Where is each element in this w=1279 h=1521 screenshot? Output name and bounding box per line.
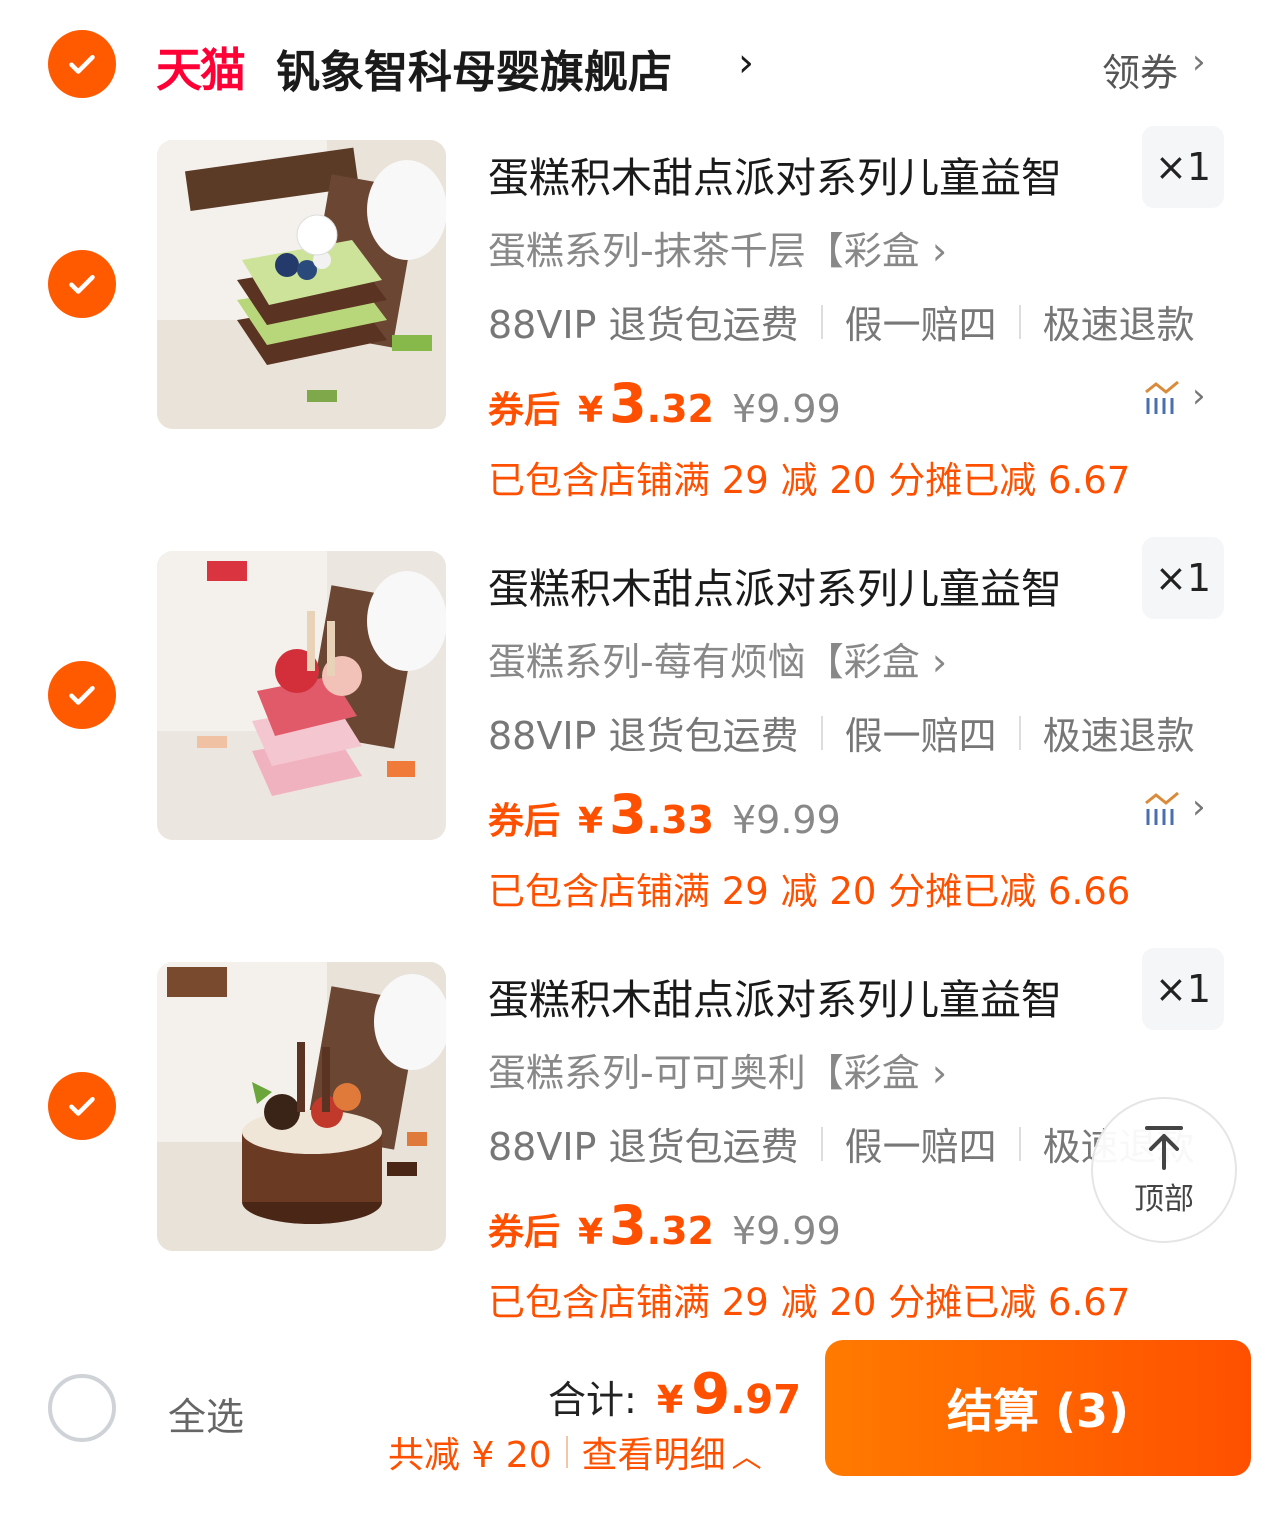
cart-item: 蛋糕积木甜点派对系列儿童益智 ×1 蛋糕系列-抹茶千层【彩盒 › 88VIP 退… <box>0 126 1279 550</box>
original-price: ¥9.99 <box>731 798 841 842</box>
sku-selector[interactable]: 蛋糕系列-可可奥利【彩盒 › <box>488 1042 947 1097</box>
currency-symbol: ¥ <box>656 1378 684 1422</box>
original-price: ¥9.99 <box>731 1209 841 1253</box>
price-label: 券后 <box>488 390 561 431</box>
service-tags: 88VIP 退货包运费 假一赔四 极速退款 <box>488 705 1195 760</box>
price-trend-icon[interactable] <box>1142 378 1182 416</box>
shop-name-link[interactable]: 钒象智科母婴旗舰店 <box>276 36 672 100</box>
check-icon <box>69 1097 95 1116</box>
chevron-right-icon: › <box>931 640 948 684</box>
product-thumbnail[interactable] <box>157 962 446 1251</box>
divider <box>820 715 823 750</box>
promo-text: 已包含店铺满 29 减 20 分摊已减 6.67 <box>488 459 1131 502</box>
price-row: 券后 ¥ 3 .32 ¥9.99 <box>488 1194 841 1257</box>
price-decimal: .32 <box>646 387 714 431</box>
item-select-checkbox[interactable] <box>48 250 116 318</box>
chevron-right-icon[interactable]: › <box>1192 42 1206 82</box>
chevron-right-icon: › <box>931 1051 948 1095</box>
chevron-right-icon[interactable]: › <box>738 40 754 86</box>
sku-selector[interactable]: 蛋糕系列-抹茶千层【彩盒 › <box>488 220 947 275</box>
service-tag: 极速退款 <box>1042 303 1195 347</box>
sku-label: 蛋糕系列-抹茶千层【彩盒 <box>488 229 920 273</box>
cart-item: 蛋糕积木甜点派对系列儿童益智 ×1 蛋糕系列-莓有烦恼【彩盒 › 88VIP 退… <box>0 537 1279 961</box>
price-label: 券后 <box>488 801 561 842</box>
total-integer: 9 <box>691 1362 731 1427</box>
chevron-right-icon[interactable]: › <box>1192 376 1206 416</box>
product-title[interactable]: 蛋糕积木甜点派对系列儿童益智 <box>488 966 1062 1026</box>
back-to-top-button[interactable]: 顶部 <box>1091 1097 1237 1243</box>
service-tag: 假一赔四 <box>844 714 997 758</box>
quantity-stepper[interactable]: ×1 <box>1142 126 1224 208</box>
price-integer: 3 <box>609 372 647 435</box>
currency-symbol: ¥ <box>578 801 604 842</box>
shop-header: 天猫 钒象智科母婴旗舰店 › 领券 › <box>0 24 1279 104</box>
price-row: 券后 ¥ 3 .33 ¥9.99 <box>488 783 841 846</box>
divider <box>820 304 823 339</box>
savings-row: 共减 ¥ 20 查看明细 ︿ <box>388 1426 762 1478</box>
currency-symbol: ¥ <box>578 390 604 431</box>
price-row: 券后 ¥ 3 .32 ¥9.99 <box>488 372 841 435</box>
service-tag: 假一赔四 <box>844 303 997 347</box>
view-details-label: 查看明细 <box>581 1435 726 1476</box>
price-decimal: .33 <box>646 798 714 842</box>
tmall-logo: 天猫 <box>156 43 246 97</box>
product-title[interactable]: 蛋糕积木甜点派对系列儿童益智 <box>488 555 1062 615</box>
chevron-up-icon: ︿ <box>731 1440 762 1475</box>
promo-text: 已包含店铺满 29 减 20 分摊已减 6.66 <box>488 870 1131 913</box>
divider <box>1018 715 1021 750</box>
savings-amount: 共减 ¥ 20 <box>388 1435 552 1476</box>
check-icon <box>69 686 95 705</box>
checkout-bar: 全选 合计: ¥ 9 .97 共减 ¥ 20 查看明细 ︿ 结算 (3) <box>0 1330 1279 1521</box>
total-label: 合计: <box>548 1378 637 1422</box>
shop-select-checkbox[interactable] <box>48 30 116 98</box>
currency-symbol: ¥ <box>578 1212 604 1253</box>
check-icon <box>69 275 95 294</box>
service-tags: 88VIP 退货包运费 假一赔四 极速退款 <box>488 1116 1195 1171</box>
back-to-top-label: 顶部 <box>1134 1182 1194 1217</box>
cart-item: 蛋糕积木甜点派对系列儿童益智 ×1 蛋糕系列-可可奥利【彩盒 › 88VIP 退… <box>0 948 1279 1372</box>
divider <box>565 1436 568 1468</box>
checkout-button[interactable]: 结算 (3) <box>825 1340 1251 1476</box>
price-trend-icon[interactable] <box>1142 789 1182 827</box>
item-select-checkbox[interactable] <box>48 1072 116 1140</box>
price-integer: 3 <box>609 783 647 846</box>
service-tags: 88VIP 退货包运费 假一赔四 极速退款 <box>488 294 1195 349</box>
price-decimal: .32 <box>646 1209 714 1253</box>
original-price: ¥9.99 <box>731 387 841 431</box>
service-tag: 极速退款 <box>1042 714 1195 758</box>
select-all-label[interactable]: 全选 <box>168 1386 244 1441</box>
price-integer: 3 <box>609 1194 647 1257</box>
check-icon <box>69 55 95 74</box>
select-all-checkbox[interactable] <box>48 1374 116 1442</box>
product-title[interactable]: 蛋糕积木甜点派对系列儿童益智 <box>488 144 1062 204</box>
divider <box>820 1126 823 1161</box>
coupon-button[interactable]: 领券 <box>1102 42 1178 97</box>
sku-label: 蛋糕系列-可可奥利【彩盒 <box>488 1051 920 1095</box>
chevron-right-icon[interactable]: › <box>1192 787 1206 827</box>
sku-selector[interactable]: 蛋糕系列-莓有烦恼【彩盒 › <box>488 631 947 686</box>
product-thumbnail[interactable] <box>157 140 446 429</box>
service-tag: 88VIP 退货包运费 <box>488 1125 799 1169</box>
price-label: 券后 <box>488 1212 561 1253</box>
divider <box>1018 1126 1021 1161</box>
arrow-up-icon <box>1145 1126 1183 1170</box>
sku-label: 蛋糕系列-莓有烦恼【彩盒 <box>488 640 920 684</box>
view-details-link[interactable]: 查看明细 ︿ <box>582 1426 762 1478</box>
quantity-stepper[interactable]: ×1 <box>1142 537 1224 619</box>
quantity-stepper[interactable]: ×1 <box>1142 948 1224 1030</box>
promo-text: 已包含店铺满 29 减 20 分摊已减 6.67 <box>488 1281 1131 1324</box>
chevron-right-icon: › <box>931 229 948 273</box>
product-thumbnail[interactable] <box>157 551 446 840</box>
service-tag: 88VIP 退货包运费 <box>488 303 799 347</box>
total-price: 合计: ¥ 9 .97 <box>548 1362 801 1427</box>
item-select-checkbox[interactable] <box>48 661 116 729</box>
service-tag: 88VIP 退货包运费 <box>488 714 799 758</box>
total-decimal: .97 <box>730 1377 802 1423</box>
divider <box>1018 304 1021 339</box>
service-tag: 假一赔四 <box>844 1125 997 1169</box>
